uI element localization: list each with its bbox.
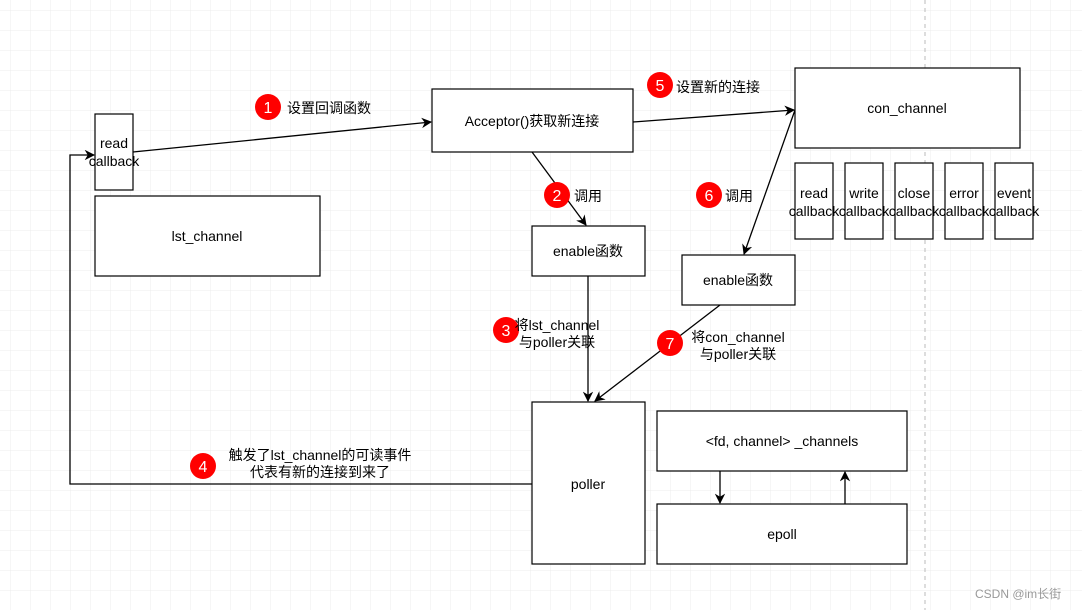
- lst-channel-box[interactable]: lst_channel: [94, 195, 321, 277]
- svg-text:read: read: [100, 135, 128, 151]
- channels-box[interactable]: <fd, channel> _channels: [656, 410, 908, 472]
- epoll-box[interactable]: epoll: [656, 503, 908, 565]
- poller-box[interactable]: poller: [531, 401, 646, 565]
- svg-text:enable函数: enable函数: [703, 272, 773, 288]
- enable-box-2[interactable]: enable函数: [681, 254, 796, 306]
- svg-text:callback: callback: [839, 203, 891, 219]
- step-note: 调用: [725, 188, 753, 204]
- enable-box-1[interactable]: enable函数: [531, 225, 646, 277]
- write-callback-box[interactable]: write callback: [839, 162, 891, 240]
- step-note: 设置回调函数: [287, 100, 371, 116]
- acceptor-box[interactable]: Acceptor()获取新连接: [431, 88, 634, 153]
- step-note: 设置新的连接: [676, 79, 760, 95]
- svg-text:read: read: [800, 185, 828, 201]
- svg-text:callback: callback: [939, 203, 991, 219]
- error-callback-box[interactable]: error callback: [939, 162, 991, 240]
- step-note: 代表有新的连接到来了: [250, 464, 390, 480]
- svg-text:5: 5: [656, 78, 665, 95]
- svg-text:con_channel: con_channel: [867, 100, 946, 116]
- svg-text:4: 4: [199, 459, 208, 476]
- svg-text:1: 1: [264, 100, 273, 117]
- read-callback-box[interactable]: read callback: [789, 162, 841, 240]
- step-note: 与poller关联: [519, 334, 595, 350]
- svg-text:callback: callback: [989, 203, 1041, 219]
- svg-text:<fd, channel> _channels: <fd, channel> _channels: [706, 433, 859, 449]
- svg-text:error: error: [949, 185, 979, 201]
- svg-text:callback: callback: [789, 203, 841, 219]
- svg-text:6: 6: [705, 188, 714, 205]
- svg-text:lst_channel: lst_channel: [172, 228, 243, 244]
- svg-text:callback: callback: [889, 203, 941, 219]
- step-note: 与poller关联: [700, 346, 776, 362]
- svg-text:3: 3: [502, 323, 511, 340]
- svg-text:poller: poller: [571, 476, 606, 492]
- svg-text:2: 2: [553, 188, 562, 205]
- step-note: 触发了lst_channel的可读事件: [229, 447, 412, 463]
- svg-text:epoll: epoll: [767, 526, 797, 542]
- event-callback-box[interactable]: event callback: [989, 162, 1041, 240]
- svg-text:event: event: [997, 185, 1031, 201]
- read-callback-box[interactable]: read callback: [89, 113, 141, 191]
- step-note: 将con_channel: [691, 329, 784, 345]
- svg-text:write: write: [848, 185, 879, 201]
- close-callback-box[interactable]: close callback: [889, 162, 941, 240]
- svg-text:7: 7: [666, 336, 675, 353]
- diagram-canvas: read callback lst_channel Acceptor()获取新连…: [0, 0, 1082, 610]
- watermark: CSDN @im长街: [975, 587, 1061, 601]
- con-channel-box[interactable]: con_channel: [794, 67, 1021, 149]
- svg-text:close: close: [898, 185, 931, 201]
- svg-text:Acceptor()获取新连接: Acceptor()获取新连接: [465, 113, 600, 129]
- svg-text:callback: callback: [89, 153, 141, 169]
- step-note: 将lst_channel: [515, 317, 600, 333]
- svg-text:enable函数: enable函数: [553, 243, 623, 259]
- step-note: 调用: [574, 188, 602, 204]
